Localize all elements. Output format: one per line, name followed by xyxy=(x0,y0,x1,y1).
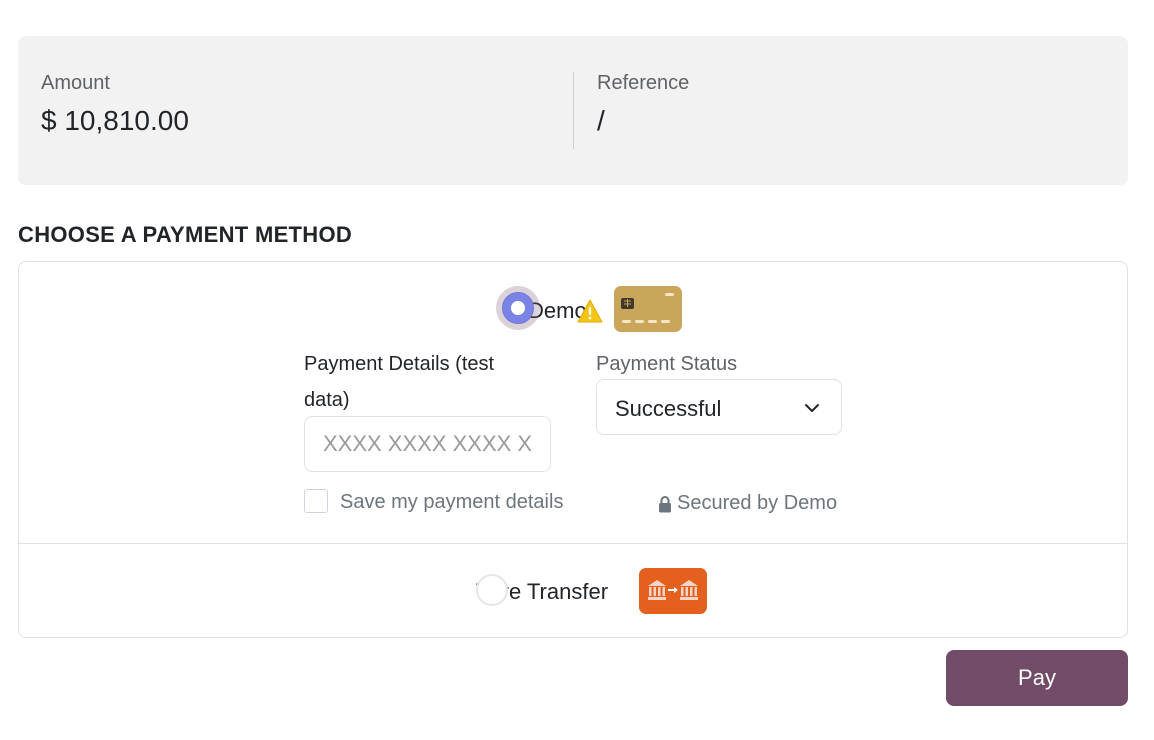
payment-status-value: Successful xyxy=(615,396,722,421)
warning-icon xyxy=(577,299,603,323)
chevron-down-icon xyxy=(805,404,819,412)
reference-block: Reference / xyxy=(597,72,689,137)
method-divider xyxy=(19,543,1127,544)
payment-methods-list: Demo Payment Details (test data) XXXX XX… xyxy=(18,261,1128,638)
reference-label: Reference xyxy=(597,72,690,94)
pay-button[interactable]: Pay xyxy=(946,650,1128,706)
summary-divider xyxy=(573,72,574,149)
payment-summary-card: Amount $ 10,810.00 Reference / xyxy=(18,36,1128,185)
reference-value: / xyxy=(597,105,605,136)
bank-transfer-icon xyxy=(639,568,707,614)
demo-radio[interactable] xyxy=(496,286,540,330)
save-payment-checkbox[interactable] xyxy=(304,489,328,513)
amount-value: $ 10,810.00 xyxy=(41,105,189,136)
lock-icon xyxy=(659,496,671,513)
payment-status-label: Payment Status xyxy=(596,353,738,375)
wire-transfer-radio[interactable] xyxy=(476,574,508,606)
amount-block: Amount $ 10,810.00 xyxy=(41,72,189,137)
bank-transfer-icon-svg xyxy=(648,580,698,600)
card-number-input[interactable] xyxy=(304,416,551,472)
payment-status-select[interactable]: Successful xyxy=(596,379,842,435)
credit-card-icon-svg xyxy=(621,293,674,323)
radio-dot xyxy=(511,301,525,315)
payment-details-label: Payment Details (test data) xyxy=(304,353,495,411)
amount-label: Amount xyxy=(41,72,110,94)
secured-by-label: Secured by Demo xyxy=(677,492,838,514)
credit-card-icon xyxy=(614,286,682,332)
payment-method-heading: CHOOSE A PAYMENT METHOD xyxy=(18,222,353,247)
save-payment-label[interactable]: Save my payment details xyxy=(340,491,563,514)
